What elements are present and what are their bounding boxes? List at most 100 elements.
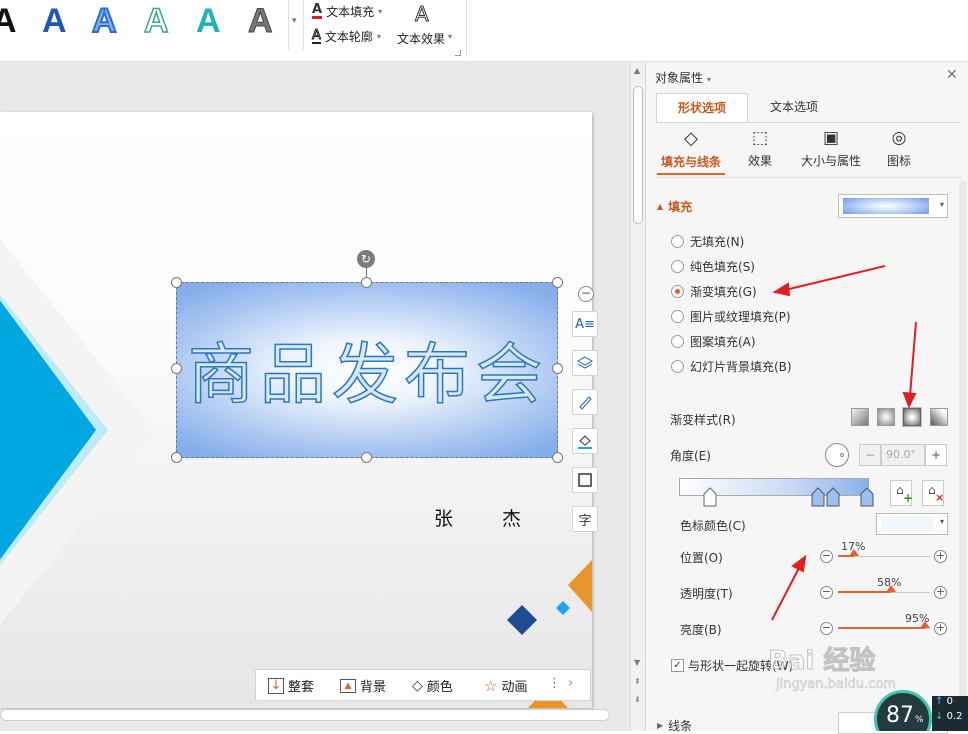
wordart-style-gallery: A A A A A A <box>0 0 289 50</box>
close-icon[interactable]: ✕ <box>946 67 958 83</box>
background-label: 背景 <box>360 680 387 695</box>
resize-handle-w[interactable] <box>171 363 182 374</box>
transparency-value: 58% <box>877 576 902 589</box>
template-set-button[interactable]: ↓ 整套 <box>268 676 314 695</box>
wordart-style-gray[interactable]: A <box>248 2 274 41</box>
layers-button[interactable] <box>572 350 598 376</box>
tab-text-options[interactable]: 文本选项 <box>748 93 840 123</box>
position-decrement-button[interactable]: − <box>820 550 833 563</box>
wordart-style-green-outline[interactable]: A <box>143 1 169 41</box>
checkbox-checked-icon[interactable]: ✓ <box>671 659 684 672</box>
size-icon: ▣ <box>822 128 840 148</box>
title-textbox[interactable]: 商品发布会 <box>176 282 558 458</box>
fill-option-solid[interactable]: 纯色填充(S) <box>671 258 755 275</box>
scrollbar-thumb[interactable] <box>633 86 643 224</box>
wordart-style-teal[interactable]: A <box>196 2 221 41</box>
fill-option-picture[interactable]: 图片或纹理填充(P) <box>671 308 791 325</box>
layers-icon <box>577 356 593 369</box>
line-section-header[interactable]: ▶ 线条 <box>657 717 692 734</box>
angle-increment-button[interactable]: + <box>925 444 947 466</box>
fill-option-none[interactable]: 无填充(N) <box>671 233 744 250</box>
angle-decrement-button[interactable]: − <box>859 444 881 466</box>
resize-handle-e[interactable] <box>552 363 563 374</box>
text-outline-button[interactable]: A 文本轮廓 ▾ <box>312 28 381 45</box>
resize-handle-se[interactable] <box>552 452 563 463</box>
subtab-size-properties-label: 大小与属性 <box>800 154 861 168</box>
chevron-down-icon: ▾ <box>939 200 944 209</box>
brush-button[interactable] <box>572 389 598 415</box>
brightness-decrement-button[interactable]: − <box>820 622 833 635</box>
color-button[interactable]: ◇ 颜色 <box>412 676 453 696</box>
text-effect-button[interactable]: A 文本效果 ▾ <box>397 2 455 48</box>
stop-color-dropdown[interactable]: ▾ <box>876 513 948 535</box>
dialog-launcher-icon[interactable] <box>455 50 461 56</box>
chevron-right-icon[interactable]: › <box>568 676 573 691</box>
scroll-down-icon[interactable]: ▼ <box>634 658 640 667</box>
text-fill-button[interactable]: A 文本填充 ▾ <box>312 3 382 20</box>
prev-page-icon[interactable]: ⇞ <box>634 677 641 686</box>
subtab-effects[interactable]: ⬚ 效果 <box>740 128 780 169</box>
background-button[interactable]: ▲ 背景 <box>340 676 386 695</box>
fill-option-slide-background[interactable]: 幻灯片背景填充(B) <box>671 358 792 375</box>
fill-option-pattern[interactable]: 图案填充(A) <box>671 333 756 350</box>
position-label: 位置(O) <box>680 551 723 565</box>
resize-handle-s[interactable] <box>361 452 372 463</box>
rotate-handle-icon[interactable]: ↻ <box>357 250 375 268</box>
gradient-style-path-button[interactable] <box>930 408 948 426</box>
remove-gradient-stop-button[interactable]: ⌂ × <box>922 480 944 506</box>
gallery-more-icon[interactable]: ▾ <box>292 16 297 26</box>
system-monitor-widget[interactable]: 87 % ↑ 0 ↓ 0.2 <box>874 688 968 731</box>
add-gradient-stop-button[interactable]: ⌂ + <box>890 480 913 506</box>
gradient-style-rect-button[interactable] <box>902 407 922 427</box>
angle-dial[interactable] <box>825 443 849 467</box>
horizontal-scrollbar[interactable] <box>0 709 610 721</box>
fill-section-header[interactable]: ▲ 填充 <box>657 198 692 215</box>
fill-option-gradient[interactable]: 渐变填充(G) <box>671 283 757 300</box>
subtab-size-properties[interactable]: ▣ 大小与属性 <box>796 128 866 169</box>
paint-bucket-icon <box>578 435 592 449</box>
text-style-button[interactable]: A≡ <box>572 311 598 337</box>
wordart-style-blue-outline[interactable]: A <box>91 1 118 41</box>
slide-title[interactable]: 商品发布会 <box>177 321 559 417</box>
author-first-name[interactable]: 张 <box>434 504 453 531</box>
author-last-name[interactable]: 杰 <box>502 504 521 531</box>
transparency-increment-button[interactable]: + <box>934 586 947 599</box>
subtab-effects-label: 效果 <box>747 154 772 168</box>
subtab-icon[interactable]: ◎ 图标 <box>882 128 916 169</box>
position-increment-button[interactable]: + <box>934 550 947 563</box>
text-direction-button[interactable]: 字 <box>572 506 598 532</box>
gradient-style-radial-button[interactable] <box>877 408 895 426</box>
wordart-style-blue-solid[interactable]: A <box>42 2 67 41</box>
angle-input[interactable]: 90.0° <box>881 444 925 466</box>
paint-bucket-icon: ◇ <box>684 128 698 149</box>
outline-button[interactable] <box>572 467 598 493</box>
chevron-down-icon: ▾ <box>706 75 711 84</box>
wordart-style-black[interactable]: A <box>0 2 17 41</box>
angle-label: 角度(E) <box>670 449 711 463</box>
panel-scrollbar[interactable] <box>959 180 967 700</box>
fill-button[interactable] <box>572 428 598 454</box>
vertical-scrollbar[interactable]: ▲ ▼ ⇞ ⇟ <box>630 62 645 731</box>
ribbon-toolbar: A A A A A A ▾ A 文本填充 ▾ A 文本轮廓 ▾ A 文本效果 ▾ <box>0 0 968 62</box>
scroll-up-icon[interactable]: ▲ <box>634 66 640 75</box>
tab-shape-options[interactable]: 形状选项 <box>656 93 748 123</box>
fill-preset-dropdown[interactable]: ▾ <box>838 194 948 218</box>
cpu-percent-sign: % <box>915 715 924 725</box>
animation-label: 动画 <box>501 680 528 695</box>
text-effect-icon: A <box>415 2 430 27</box>
resize-handle-sw[interactable] <box>171 452 182 463</box>
subtab-fill-and-line[interactable]: ◇ 填充与线条 <box>657 128 725 175</box>
text-fill-icon: A <box>312 2 323 19</box>
next-page-icon[interactable]: ⇟ <box>634 695 641 704</box>
resize-handle-nw[interactable] <box>171 277 182 288</box>
slide-canvas: 商品发布会 ↻ 张 杰 − A≡ 字 ↓ 整套 ▲ 背景 ◇ 颜色 ☆ 动画 ⋮ › <box>0 62 630 731</box>
panel-title[interactable]: 对象属性 ▾ <box>655 69 711 86</box>
brightness-increment-button[interactable]: + <box>934 622 947 635</box>
resize-handle-ne[interactable] <box>552 277 563 288</box>
transparency-decrement-button[interactable]: − <box>820 586 833 599</box>
more-options-icon[interactable]: ⋮ <box>548 676 561 691</box>
resize-handle-n[interactable] <box>361 277 372 288</box>
animation-button[interactable]: ☆ 动画 <box>484 676 528 696</box>
collapse-toolbar-icon[interactable]: − <box>578 286 594 302</box>
gradient-style-linear-button[interactable] <box>851 408 869 426</box>
